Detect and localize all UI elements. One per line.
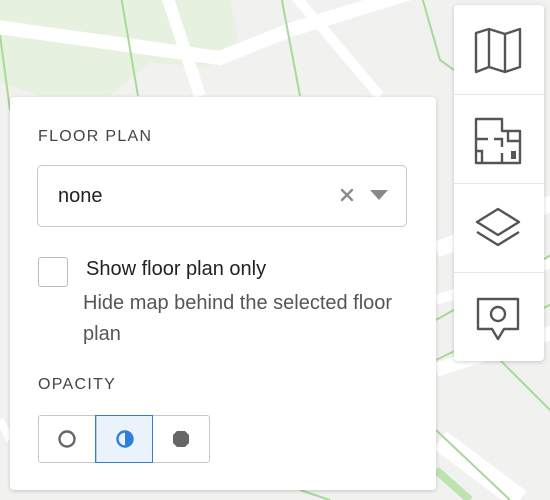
floor-plan-select[interactable]: none bbox=[37, 165, 407, 227]
map-toolbar bbox=[454, 5, 544, 361]
show-floor-plan-only-label[interactable]: Show floor plan only bbox=[86, 258, 266, 281]
half-circle-icon bbox=[115, 430, 134, 448]
opacity-option-transparent[interactable] bbox=[39, 416, 96, 462]
floor-plan-panel: FLOOR PLAN none Show floor plan only Hid… bbox=[10, 97, 436, 490]
floor-plan-icon bbox=[474, 117, 522, 165]
opacity-title: OPACITY bbox=[38, 376, 117, 393]
floor-plan-select-value: none bbox=[58, 185, 103, 207]
show-floor-plan-only-checkbox[interactable] bbox=[38, 257, 68, 287]
opacity-option-opaque[interactable] bbox=[152, 416, 209, 462]
layers-button[interactable] bbox=[454, 183, 544, 272]
map-mode-button[interactable] bbox=[454, 5, 544, 94]
map-view[interactable]: FLOOR PLAN none Show floor plan only Hid… bbox=[0, 0, 550, 500]
opacity-selector bbox=[38, 415, 210, 463]
opacity-option-half[interactable] bbox=[94, 415, 154, 463]
close-icon[interactable] bbox=[338, 186, 356, 204]
floor-plan-button[interactable] bbox=[454, 94, 544, 183]
circle-filled-icon bbox=[173, 431, 190, 447]
show-floor-plan-only-description: Hide map behind the selected floor plan bbox=[83, 292, 393, 345]
circle-outline-icon bbox=[58, 430, 76, 448]
map-icon bbox=[474, 27, 522, 74]
location-button[interactable] bbox=[454, 272, 544, 361]
chevron-down-icon[interactable] bbox=[368, 188, 390, 202]
floor-plan-title: FLOOR PLAN bbox=[38, 128, 153, 145]
layers-icon bbox=[475, 207, 521, 247]
location-marker-icon bbox=[476, 297, 520, 341]
